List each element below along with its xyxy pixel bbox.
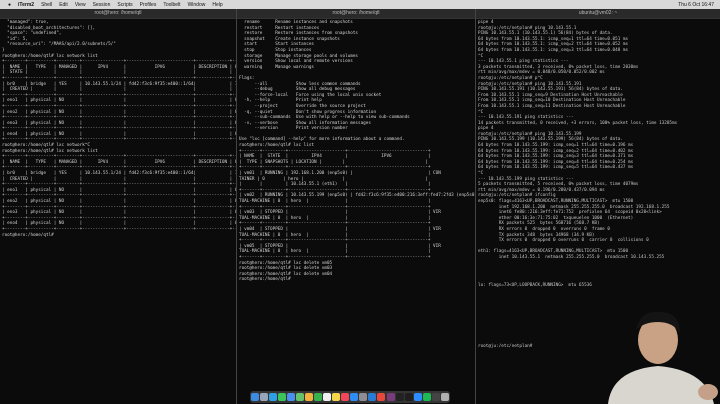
trash-icon[interactable] (440, 393, 449, 401)
mail-icon[interactable] (287, 393, 296, 401)
pane-title-left: root@hero: /home/qtl (0, 9, 236, 19)
webcam-overlay (590, 300, 720, 404)
zoom-icon[interactable] (413, 393, 422, 401)
settings-icon[interactable] (359, 393, 368, 401)
terminal-pane-middle[interactable]: root@hero: /home/qtl rename Rename insta… (237, 9, 476, 404)
obs-icon[interactable] (431, 393, 440, 401)
terminal-pane-left[interactable]: root@hero: /home/qtl "managed": true, "d… (0, 9, 237, 404)
menubar-clock[interactable]: Thu 6 Oct 16:47 (678, 2, 714, 8)
music-icon[interactable] (341, 393, 350, 401)
photos-icon[interactable] (305, 393, 314, 401)
pane-title-middle: root@hero: /home/qtl (237, 9, 475, 19)
slack-icon[interactable] (386, 393, 395, 401)
notes-icon[interactable] (332, 393, 341, 401)
pane-title-right: ubuntu@vm02: ~ (476, 9, 720, 19)
facetime-icon[interactable] (314, 393, 323, 401)
spotify-icon[interactable] (422, 393, 431, 401)
menu-item-edit[interactable]: Edit (59, 2, 68, 8)
menu-item-scripts[interactable]: Scripts (117, 2, 132, 8)
menu-item-shell[interactable]: Shell (41, 2, 52, 8)
terminal-output-middle[interactable]: rename Rename instances and snapshots re… (237, 19, 475, 284)
menu-item-view[interactable]: View (75, 2, 86, 8)
menu-item-window[interactable]: Window (188, 2, 206, 8)
menu-item-help[interactable]: Help (212, 2, 222, 8)
menu-item-toolbelt[interactable]: Toolbelt (163, 2, 180, 8)
terminal-output-left[interactable]: "managed": true, "disabled_boot_architec… (0, 19, 236, 239)
menu-item-session[interactable]: Session (93, 2, 111, 8)
appstore-icon[interactable] (350, 393, 359, 401)
apple-icon[interactable]: ● (8, 2, 11, 8)
terminal-icon[interactable] (395, 393, 404, 401)
menu-item-app[interactable]: iTerm2 (18, 2, 34, 8)
dock (250, 391, 450, 403)
finder-icon[interactable] (251, 393, 260, 401)
menu-bar: ● iTerm2 Shell Edit View Session Scripts… (0, 0, 720, 9)
presenter-silhouette (608, 311, 718, 404)
iterm-icon[interactable] (404, 393, 413, 401)
calendar-icon[interactable] (323, 393, 332, 401)
messages-icon[interactable] (278, 393, 287, 401)
vscode-icon[interactable] (368, 393, 377, 401)
chrome-icon[interactable] (377, 393, 386, 401)
safari-icon[interactable] (269, 393, 278, 401)
menu-item-profiles[interactable]: Profiles (140, 2, 157, 8)
launchpad-icon[interactable] (260, 393, 269, 401)
maps-icon[interactable] (296, 393, 305, 401)
